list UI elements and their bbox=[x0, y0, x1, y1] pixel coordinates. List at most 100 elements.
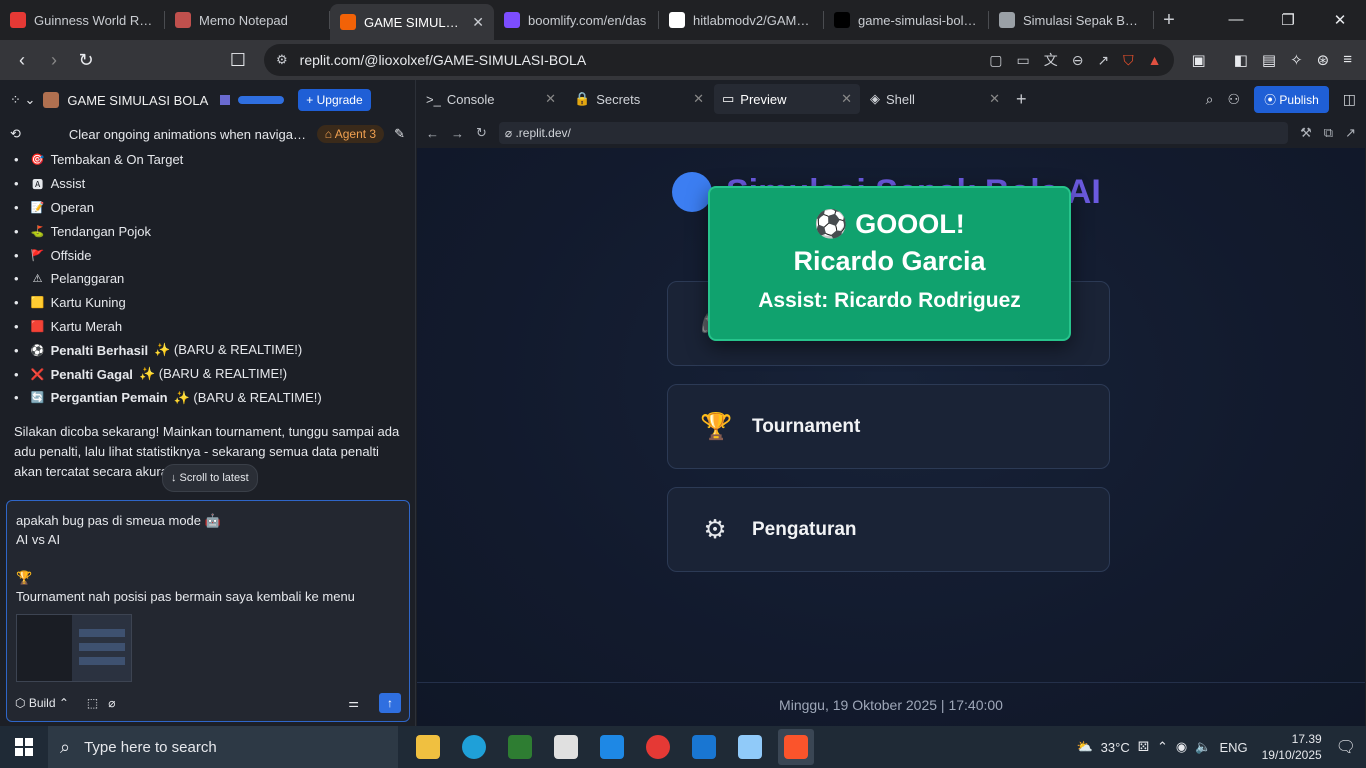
agent-badge[interactable]: ⌂ Agent 3 bbox=[316, 125, 385, 143]
close-tab-icon[interactable]: ✕ bbox=[472, 14, 484, 31]
zoom-icon[interactable]: ⊖ bbox=[1072, 52, 1084, 69]
menu-icon[interactable]: ≡ bbox=[1343, 51, 1352, 69]
scroll-to-latest-button[interactable]: ↓ Scroll to latest bbox=[162, 463, 258, 492]
terminal-icon[interactable] bbox=[502, 729, 538, 765]
tray-app-icon[interactable]: ⚄ bbox=[1138, 739, 1149, 755]
preview-url-text[interactable]: .replit.dev/ bbox=[515, 126, 570, 140]
omnibox[interactable]: ⚙ replit.com/@lioxolxef/GAME-SIMULASI-BO… bbox=[264, 44, 1174, 76]
edge-icon[interactable] bbox=[456, 729, 492, 765]
preview-back-icon[interactable]: ← bbox=[426, 126, 439, 141]
publish-button[interactable]: ⦿ Publish bbox=[1254, 85, 1329, 113]
cast-icon[interactable]: ▭ bbox=[1016, 52, 1029, 69]
browser-tab[interactable]: Guinness World Reco bbox=[0, 4, 164, 36]
browser-tab[interactable]: game-simulasi-bola - bbox=[824, 4, 988, 36]
list-emoji-icon: ❌ bbox=[30, 368, 45, 381]
new-chat-icon[interactable]: ✎ bbox=[394, 126, 405, 142]
open-new-tab-icon[interactable]: ↗ bbox=[1345, 125, 1356, 141]
wallet-icon[interactable]: ▤ bbox=[1262, 51, 1276, 69]
vscode-icon[interactable] bbox=[686, 729, 722, 765]
close-window-icon[interactable]: ✕ bbox=[1314, 11, 1366, 29]
notepad-icon[interactable] bbox=[732, 729, 768, 765]
goal-scorer: Ricardo Garcia bbox=[793, 245, 986, 276]
clock[interactable]: 17.39 19/10/2025 bbox=[1256, 731, 1328, 763]
preview-icon: ▭ bbox=[722, 91, 735, 106]
preview-url-field[interactable]: ⌀ .replit.dev/ bbox=[498, 122, 1289, 144]
brave-rewards-icon[interactable]: ▲ bbox=[1148, 52, 1162, 68]
tab-secrets[interactable]: 🔒 Secrets ✕ bbox=[566, 84, 712, 114]
attached-screenshot[interactable] bbox=[16, 614, 132, 682]
taskbar-search[interactable]: ⌕ Type here to search bbox=[48, 726, 398, 768]
new-tab-button[interactable]: + bbox=[1154, 9, 1184, 32]
settings-sliders-icon[interactable]: ⚌ bbox=[348, 696, 359, 710]
browser-tab[interactable]: GAME SIMULASI ✕ bbox=[330, 4, 494, 40]
store-icon[interactable] bbox=[548, 729, 584, 765]
close-tab-icon[interactable]: ✕ bbox=[841, 91, 852, 107]
bookmark-icon[interactable]: ☐ bbox=[224, 46, 252, 74]
reload-icon[interactable]: ↻ bbox=[72, 46, 100, 74]
translate-icon[interactable]: 文 bbox=[1044, 50, 1058, 70]
clipboard-icon[interactable]: ▢ bbox=[989, 52, 1002, 69]
network-icon[interactable]: ◉ bbox=[1176, 739, 1187, 755]
add-tab-icon[interactable]: + bbox=[1016, 89, 1027, 110]
chat-input[interactable]: apakah bug pas di smeua mode 🤖 AI vs AI 🏆… bbox=[6, 500, 410, 722]
browser-tab[interactable]: Simulasi Sepak Bola A bbox=[989, 4, 1153, 36]
mail-icon[interactable] bbox=[594, 729, 630, 765]
list-item: 🟥 Kartu Merah bbox=[14, 315, 401, 339]
upgrade-label: Upgrade bbox=[316, 93, 363, 107]
device-icon[interactable]: ⧉ bbox=[1324, 125, 1333, 141]
preview-forward-icon[interactable]: → bbox=[451, 126, 464, 141]
temperature[interactable]: 33°C bbox=[1101, 740, 1130, 755]
preview-reload-icon[interactable]: ↻ bbox=[476, 125, 487, 141]
share-icon[interactable]: ↗ bbox=[1097, 52, 1109, 69]
menu-item-settings[interactable]: ⚙ Pengaturan bbox=[667, 487, 1110, 572]
devtools-icon[interactable]: ⚒ bbox=[1300, 125, 1312, 141]
project-name[interactable]: GAME SIMULASI BOLA bbox=[67, 93, 208, 108]
tab-title: Guinness World Reco bbox=[34, 12, 154, 28]
attach-icon[interactable]: ⌀ bbox=[108, 696, 115, 710]
chat-input-line: apakah bug pas di smeua mode 🤖 bbox=[16, 513, 221, 528]
vpn-icon[interactable]: ⊛ bbox=[1317, 51, 1330, 69]
chat-input-line bbox=[16, 549, 400, 568]
brave-shield-icon[interactable]: ⛉ bbox=[1123, 52, 1134, 69]
chat-input-text[interactable]: apakah bug pas di smeua mode 🤖 AI vs AI 🏆… bbox=[16, 511, 400, 606]
speaker-icon[interactable]: 🔈 bbox=[1195, 739, 1211, 755]
back-icon[interactable]: ‹ bbox=[8, 46, 36, 74]
tab-console[interactable]: >_ Console ✕ bbox=[418, 84, 564, 114]
tab-preview[interactable]: ▭ Preview ✕ bbox=[714, 84, 860, 114]
chrome-icon[interactable] bbox=[640, 729, 676, 765]
tray-chevron-icon[interactable]: ⌃ bbox=[1157, 739, 1168, 755]
brave-icon[interactable] bbox=[778, 729, 814, 765]
close-tab-icon[interactable]: ✕ bbox=[545, 91, 556, 107]
tab-shell[interactable]: ◈ Shell ✕ bbox=[862, 84, 1008, 114]
select-element-icon[interactable]: ⬚ bbox=[87, 696, 98, 710]
preview-toolbar: ← → ↻ ⌀ .replit.dev/ ⚒ ⧉ ↗ bbox=[416, 118, 1366, 148]
forward-icon[interactable]: › bbox=[40, 46, 68, 74]
search-icon[interactable]: ⌕ bbox=[1206, 91, 1214, 108]
browser-tab[interactable]: hitlabmodv2/GAME_S bbox=[659, 4, 823, 36]
browser-tab[interactable]: boomlify.com/en/das bbox=[494, 4, 658, 36]
build-mode-button[interactable]: ⬡ Build ⌃ bbox=[15, 696, 69, 710]
weather-icon[interactable]: ⛅ bbox=[1076, 739, 1092, 755]
taskbar-search-placeholder[interactable]: Type here to search bbox=[84, 739, 217, 756]
minimize-icon[interactable]: — bbox=[1210, 11, 1262, 29]
browser-tab[interactable]: Memo Notepad bbox=[165, 4, 329, 36]
workspace-menu-icon[interactable]: ⁘ ⌄ bbox=[10, 92, 35, 108]
language-indicator[interactable]: ENG bbox=[1219, 740, 1247, 755]
close-tab-icon[interactable]: ✕ bbox=[989, 91, 1000, 107]
history-icon[interactable]: ⟲ bbox=[10, 126, 21, 142]
ai-sparkle-icon[interactable]: ✧ bbox=[1290, 51, 1303, 69]
close-tab-icon[interactable]: ✕ bbox=[693, 91, 704, 107]
menu-item-tournament[interactable]: 🏆 Tournament bbox=[667, 384, 1110, 469]
restore-icon[interactable]: ❐ bbox=[1262, 11, 1314, 29]
site-info-icon[interactable]: ⚙ bbox=[276, 52, 288, 68]
upgrade-button[interactable]: + Upgrade bbox=[298, 89, 371, 111]
leo-icon[interactable]: ▣ bbox=[1192, 51, 1206, 69]
send-button[interactable]: ↑ bbox=[379, 693, 401, 713]
sidebar-icon[interactable]: ◧ bbox=[1234, 51, 1248, 69]
file-explorer-icon[interactable] bbox=[410, 729, 446, 765]
start-button[interactable] bbox=[0, 726, 48, 768]
invite-icon[interactable]: ⚇ bbox=[1228, 91, 1241, 108]
url-text[interactable]: replit.com/@lioxolxef/GAME-SIMULASI-BOLA bbox=[300, 52, 978, 68]
layout-icon[interactable]: ◫ bbox=[1343, 91, 1356, 108]
notification-icon[interactable]: 🗨 bbox=[1336, 737, 1356, 757]
